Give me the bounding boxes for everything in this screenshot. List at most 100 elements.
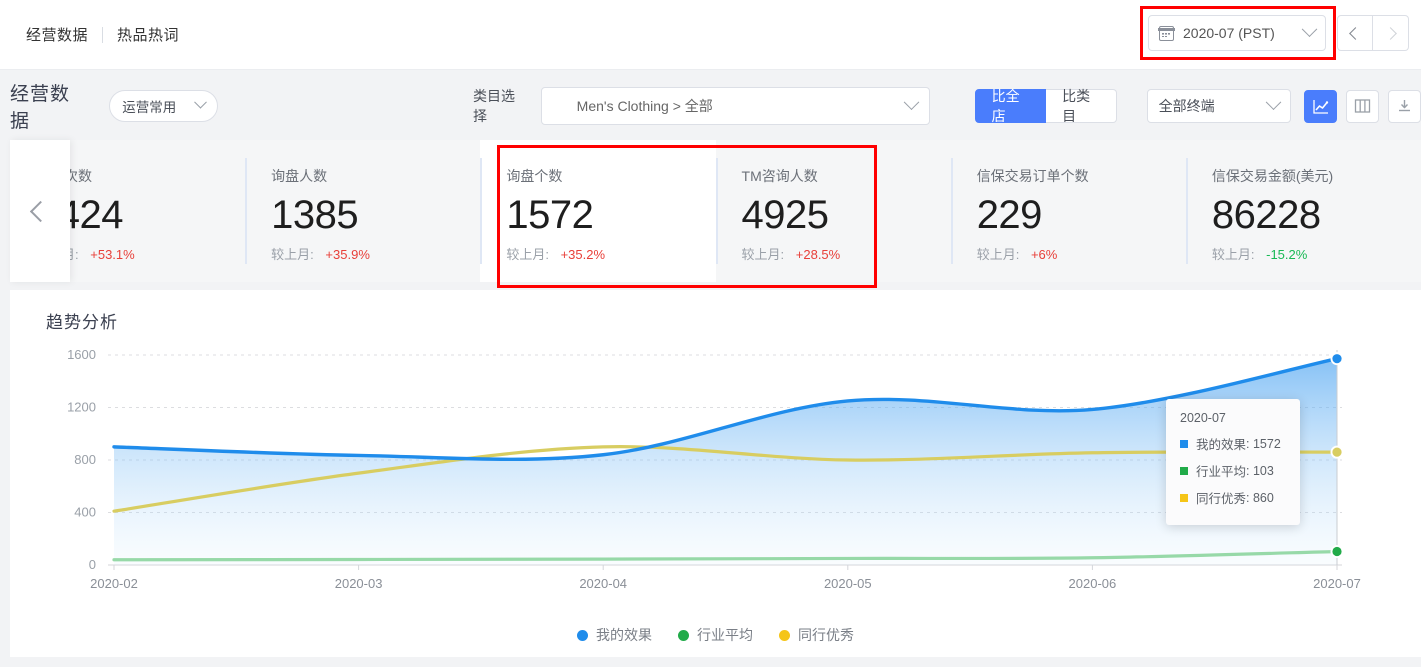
svg-text:2020-07: 2020-07 xyxy=(1313,576,1361,591)
kpi-card-tm-consult[interactable]: TM咨询人数 4925 较上月: +28.5% xyxy=(715,140,951,282)
kpi-label: 询盘人数 xyxy=(271,168,328,184)
legend-item-mine[interactable]: 我的效果 xyxy=(577,625,652,645)
svg-text:800: 800 xyxy=(74,452,96,467)
chevron-left-icon xyxy=(1348,26,1362,40)
tooltip-swatch-icon xyxy=(1180,493,1188,502)
svg-text:400: 400 xyxy=(74,505,96,520)
chevron-left-icon xyxy=(29,200,51,222)
kpi-delta: 较上月: -15.2% xyxy=(1212,244,1421,263)
kpi-delta-value: -15.2% xyxy=(1266,247,1308,262)
kpi-delta: 较上月: +35.9% xyxy=(271,244,480,263)
legend-dot-icon xyxy=(577,629,588,641)
kpi-delta: 较上月: +28.5% xyxy=(742,244,951,263)
page-root: 经营数据 热品热词 2020-07 (PST) 经营数据 运营常用 类目选择 M… xyxy=(0,0,1421,667)
nav-tabs: 经营数据 热品热词 xyxy=(26,24,193,45)
date-picker-value: 2020-07 (PST) xyxy=(1183,25,1275,41)
tooltip-title: 2020-07 xyxy=(1180,411,1226,425)
line-chart-view-button[interactable] xyxy=(1304,89,1337,123)
compare-category-button[interactable]: 比类目 xyxy=(1046,88,1117,124)
chart-legend: 我的效果 行业平均 同行优秀 xyxy=(10,625,1421,645)
chevron-down-icon xyxy=(1301,20,1318,37)
svg-text:2020-02: 2020-02 xyxy=(90,576,138,591)
view-switch-group xyxy=(1304,89,1421,123)
kpi-delta-label: 较上月: xyxy=(506,247,549,262)
download-button[interactable] xyxy=(1388,89,1421,123)
kpi-label: 信保交易订单个数 xyxy=(976,168,1089,184)
kpi-delta-label: 较上月: xyxy=(741,247,785,262)
kpi-card-trade-orders[interactable]: 信保交易订单个数 229 较上月: +6% xyxy=(950,140,1186,282)
top-navigation-bar: 经营数据 热品热词 2020-07 (PST) xyxy=(0,0,1421,70)
download-icon xyxy=(1399,100,1410,112)
kpi-card-inquiry-users[interactable]: 询盘人数 1385 较上月: +35.9% xyxy=(245,140,481,282)
svg-text:1600: 1600 xyxy=(67,347,96,362)
kpi-label: TM咨询人数 xyxy=(741,168,818,184)
tab-business-data[interactable]: 经营数据 xyxy=(26,24,102,45)
tooltip-row-peer: 同行优秀: 860 xyxy=(1180,488,1300,507)
kpi-value: 4925 xyxy=(741,193,829,237)
tooltip-row-mine: 我的效果: 1572 xyxy=(1180,434,1300,453)
kpi-delta-value: +6% xyxy=(1030,247,1058,262)
tooltip-value: 103 xyxy=(1252,463,1274,478)
kpi-delta-label: 较上月: xyxy=(976,247,1020,262)
kpi-delta: 较上月: +6% xyxy=(977,244,1186,263)
category-label: 类目选择 xyxy=(473,88,515,124)
date-picker-wrap: 2020-07 (PST) xyxy=(1140,6,1336,60)
date-picker[interactable]: 2020-07 (PST) xyxy=(1148,15,1326,51)
tab-hot-products[interactable]: 热品热词 xyxy=(103,24,193,45)
legend-item-industry-average[interactable]: 行业平均 xyxy=(678,625,753,645)
terminal-value: 全部终端 xyxy=(1158,98,1215,114)
kpi-delta-label: 较上月: xyxy=(271,247,314,262)
svg-text:2020-04: 2020-04 xyxy=(579,576,627,591)
kpi-delta: 较上月: +35.2% xyxy=(506,244,715,263)
legend-dot-icon xyxy=(678,629,689,641)
svg-text:0: 0 xyxy=(89,557,96,572)
kpi-card-trade-amount[interactable]: 信保交易金额(美元) 86228 较上月: -15.2% xyxy=(1185,140,1421,282)
svg-text:1200: 1200 xyxy=(67,400,96,415)
chevron-down-icon xyxy=(194,95,207,109)
kpi-value: 229 xyxy=(976,193,1043,237)
tooltip-row-industry: 行业平均: 103 xyxy=(1180,461,1300,480)
kpi-card-inquiry-count[interactable]: 询盘个数 1572 较上月: +35.2% xyxy=(480,140,716,282)
legend-label: 行业平均 xyxy=(697,627,753,643)
kpi-label: 询盘个数 xyxy=(506,168,563,184)
kpi-delta-label: 较上月: xyxy=(1211,247,1255,262)
legend-dot-icon xyxy=(779,629,790,641)
category-select[interactable]: Men's Clothing > 全部 xyxy=(540,87,930,125)
kpi-delta-value: +28.5% xyxy=(795,247,841,262)
svg-text:2020-06: 2020-06 xyxy=(1069,576,1117,591)
chart-tooltip: 2020-07 我的效果: 1572 行业平均: 103 同行优秀: 860 xyxy=(1166,399,1300,525)
chevron-down-icon xyxy=(1265,93,1282,110)
table-view-button[interactable] xyxy=(1346,89,1379,123)
page-title: 经营数据 xyxy=(10,84,71,132)
filter-bar: 经营数据 运营常用 类目选择 Men's Clothing > 全部 比全店 比… xyxy=(0,70,1421,142)
tooltip-value: 860 xyxy=(1252,490,1274,505)
category-value: Men's Clothing > 全部 xyxy=(576,98,713,114)
table-view-icon xyxy=(1354,99,1371,113)
compare-all-stores-button[interactable]: 比全店 xyxy=(974,88,1047,124)
preset-dropdown[interactable]: 运营常用 xyxy=(109,90,218,122)
date-controls: 2020-07 (PST) xyxy=(1140,6,1409,60)
line-chart-icon xyxy=(1313,99,1329,114)
tooltip-label: 行业平均 xyxy=(1196,465,1247,479)
tooltip-label: 我的效果 xyxy=(1196,438,1247,452)
chevron-right-icon xyxy=(1384,26,1397,40)
kpi-value: 1385 xyxy=(271,193,359,237)
tooltip-label: 同行优秀 xyxy=(1196,492,1247,506)
cards-scroll-left-button[interactable] xyxy=(10,140,70,282)
legend-label: 我的效果 xyxy=(596,627,652,643)
tooltip-swatch-icon xyxy=(1180,466,1188,475)
kpi-delta-value: +35.9% xyxy=(325,247,370,262)
calendar-icon xyxy=(1158,25,1175,41)
svg-text:2020-03: 2020-03 xyxy=(335,576,383,591)
legend-item-peer-excellent[interactable]: 同行优秀 xyxy=(779,625,854,645)
compare-toggle: 比全店 比类目 xyxy=(974,88,1117,124)
legend-label: 同行优秀 xyxy=(798,627,854,643)
kpi-value: 1572 xyxy=(506,193,594,237)
kpi-value: 86228 xyxy=(1211,193,1321,237)
tooltip-swatch-icon xyxy=(1180,439,1188,448)
kpi-card-list: 点击次数 6424 较上月: +53.1% 询盘人数 1385 较上月: +35… xyxy=(10,140,1421,282)
kpi-delta-value: +35.2% xyxy=(560,247,606,262)
next-period-button[interactable] xyxy=(1373,15,1409,51)
prev-period-button[interactable] xyxy=(1337,15,1373,51)
terminal-select[interactable]: 全部终端 xyxy=(1146,89,1291,123)
